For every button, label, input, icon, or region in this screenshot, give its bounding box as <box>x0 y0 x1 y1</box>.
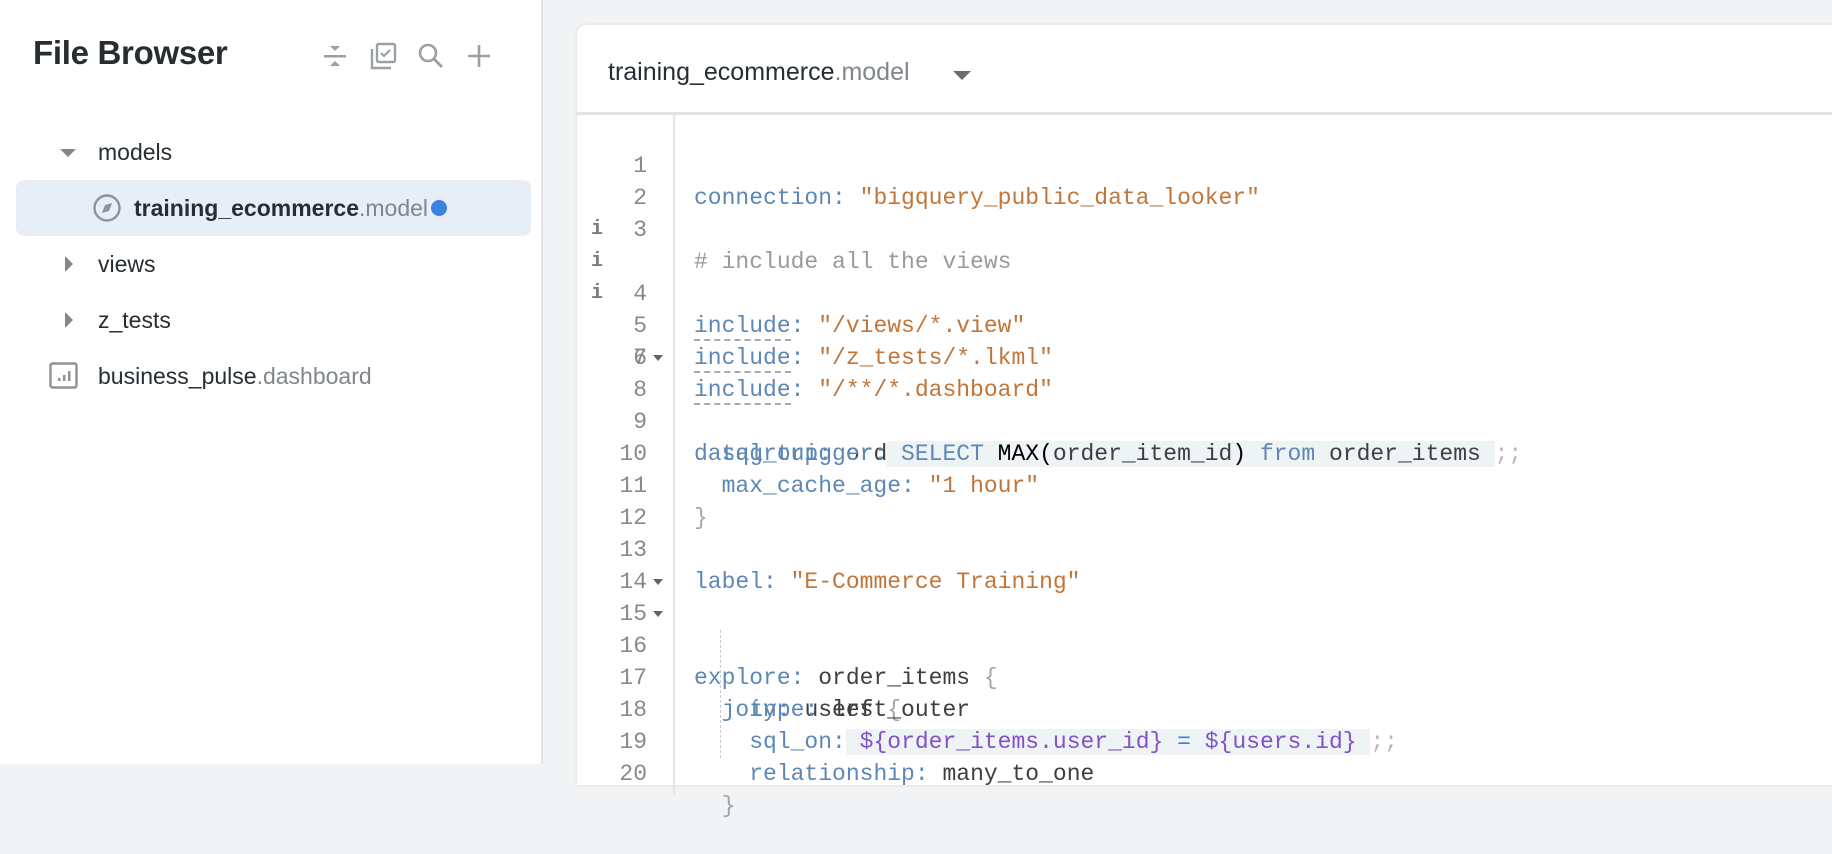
fold-arrow-icon[interactable] <box>653 355 663 361</box>
editor-header: training_ecommerce.model <box>577 25 1832 115</box>
code-line: 20 } <box>577 726 1827 819</box>
info-icon[interactable]: i <box>591 214 603 246</box>
file-browser-panel: File Browser models training_ecommerce.m… <box>0 0 543 764</box>
code-line: 19 relationship: many_to_one <box>577 694 1827 787</box>
code-line: i 6 include: "/**/*.dashboard" <box>577 278 1827 405</box>
caret-right-icon[interactable] <box>65 256 73 272</box>
code-line: 14 <box>577 534 1827 595</box>
compass-icon <box>92 193 122 229</box>
select-files-icon[interactable] <box>366 38 400 74</box>
file-menu-caret-icon[interactable] <box>953 71 971 80</box>
code-line: 12 <box>577 470 1827 531</box>
file-label: training_ecommerce.model <box>134 194 429 221</box>
dashboard-icon <box>49 362 79 396</box>
tree-file-training-ecommerce-model[interactable]: training_ecommerce.model <box>16 180 531 236</box>
code-line: i 4 include: "/views/*.view" <box>577 214 1827 341</box>
code-line: 8 datagroup: order_items_datagroup { <box>577 342 1827 467</box>
folder-label: models <box>98 138 173 165</box>
tree-folder-views[interactable]: views <box>16 236 531 292</box>
code-line: 13 label: "E-Commerce Training" <box>577 502 1827 595</box>
caret-right-icon[interactable] <box>65 312 73 328</box>
code-line: 11 } <box>577 438 1827 531</box>
code-line: i 5 include: "/z_tests/*.lkml" <box>577 246 1827 373</box>
code-line: 2 <box>577 150 1827 211</box>
code-line: 15 explore: order_items { <box>577 566 1827 691</box>
folder-label: z_tests <box>98 306 171 333</box>
caret-down-icon[interactable] <box>60 149 76 157</box>
folder-label: views <box>98 250 156 277</box>
code-line: 16 join: users { <box>577 598 1827 723</box>
code-line: 9 sql_trigger: SELECT MAX(order_item_id)… <box>577 374 1827 467</box>
code-line: 7 <box>577 310 1827 371</box>
file-label: business_pulse.dashboard <box>98 362 372 389</box>
code-line: 17 type: left_outer <box>577 630 1827 723</box>
code-line: 18 sql_on: ${order_items.user_id} = ${us… <box>577 662 1827 755</box>
info-icon[interactable]: i <box>591 278 603 310</box>
line-number: 20 <box>619 761 647 787</box>
search-icon[interactable] <box>414 38 448 74</box>
file-browser-toolbar <box>318 38 496 74</box>
code-line: 1 connection: "bigquery_public_data_look… <box>577 118 1827 211</box>
code-line: 3 # include all the views <box>577 182 1827 275</box>
add-icon[interactable] <box>462 38 496 74</box>
tree-folder-models[interactable]: models <box>16 124 531 180</box>
fold-arrow-icon[interactable] <box>653 611 663 617</box>
info-icon[interactable]: i <box>591 246 603 278</box>
fold-arrow-icon[interactable] <box>653 579 663 585</box>
collapse-all-icon[interactable] <box>318 38 352 74</box>
editor-file-title[interactable]: training_ecommerce.model <box>608 58 910 87</box>
code-line: 10 max_cache_age: "1 hour" <box>577 406 1827 499</box>
file-browser-title: File Browser <box>33 34 228 71</box>
editor-card: training_ecommerce.model 1 connection: "… <box>577 25 1832 819</box>
unsaved-changes-indicator <box>431 200 447 216</box>
tree-folder-z-tests[interactable]: z_tests <box>16 292 531 348</box>
tree-file-business-pulse-dashboard[interactable]: business_pulse.dashboard <box>16 348 531 404</box>
